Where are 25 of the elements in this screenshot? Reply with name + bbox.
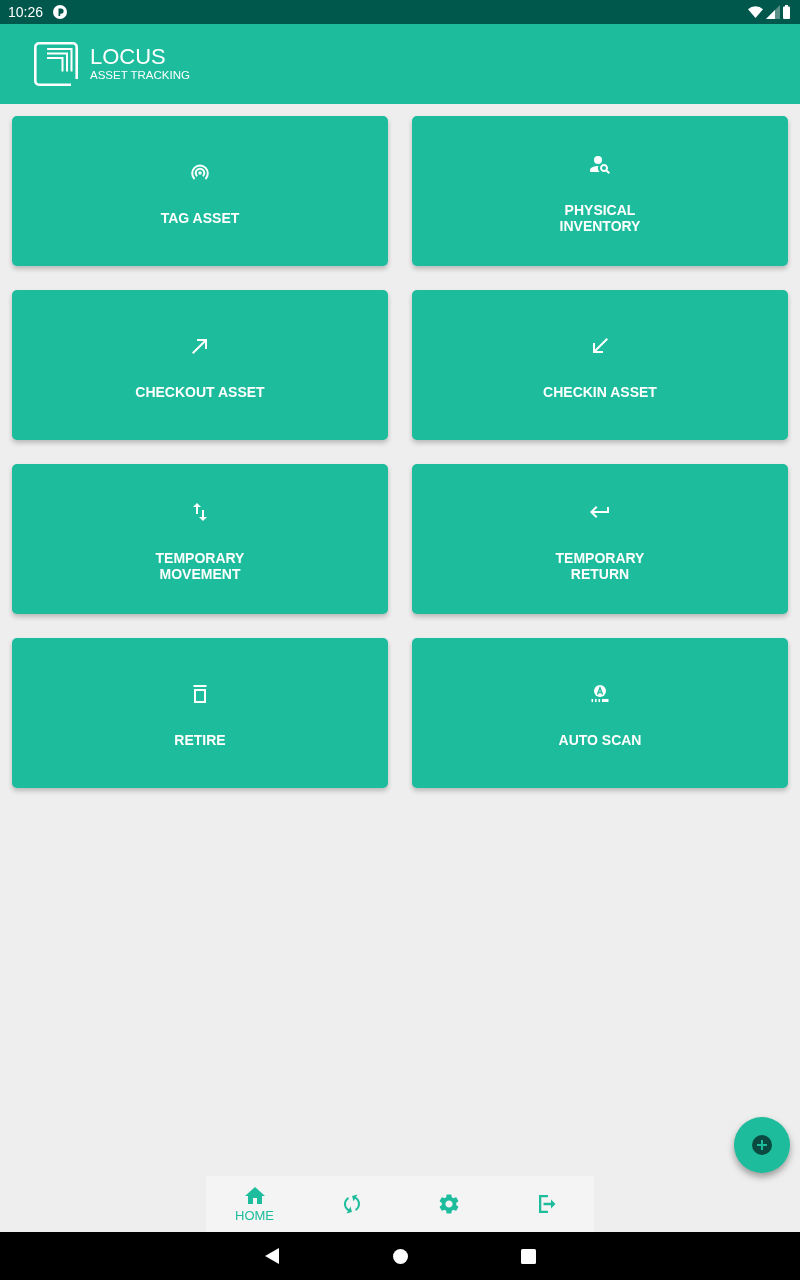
square-icon xyxy=(520,1248,536,1264)
battery-icon xyxy=(783,5,790,19)
action-tile[interactable]: PHYSICAL INVENTORY xyxy=(412,116,788,266)
action-tile[interactable]: AUTO SCAN xyxy=(412,638,788,788)
app-subtitle: ASSET TRACKING xyxy=(90,68,190,82)
app-title: LOCUS xyxy=(90,44,167,69)
back-icon xyxy=(264,1248,279,1264)
status-time: 10:26 xyxy=(8,4,44,20)
back-button[interactable] xyxy=(264,1248,279,1264)
action-tile[interactable]: CHECKOUT ASSET xyxy=(12,290,388,440)
action-tile[interactable]: CHECKIN ASSET xyxy=(412,290,788,440)
action-tile[interactable]: TEMPORARY RETURN xyxy=(412,464,788,614)
recents-button[interactable] xyxy=(520,1248,536,1264)
fab-button[interactable] xyxy=(734,1117,790,1173)
add-icon xyxy=(752,1135,772,1155)
action-tile[interactable]: TAG ASSET xyxy=(12,116,388,266)
circle-icon xyxy=(392,1248,408,1264)
wifi-icon xyxy=(748,6,763,18)
action-tile[interactable]: RETIRE xyxy=(12,638,388,788)
notification-icon xyxy=(53,5,68,19)
action-tile[interactable]: TEMPORARY MOVEMENT xyxy=(12,464,388,614)
home-button[interactable] xyxy=(392,1248,408,1264)
home-tab[interactable]: HOME xyxy=(206,1176,303,1232)
cell-signal-icon xyxy=(766,5,780,19)
logo-icon xyxy=(34,42,78,86)
